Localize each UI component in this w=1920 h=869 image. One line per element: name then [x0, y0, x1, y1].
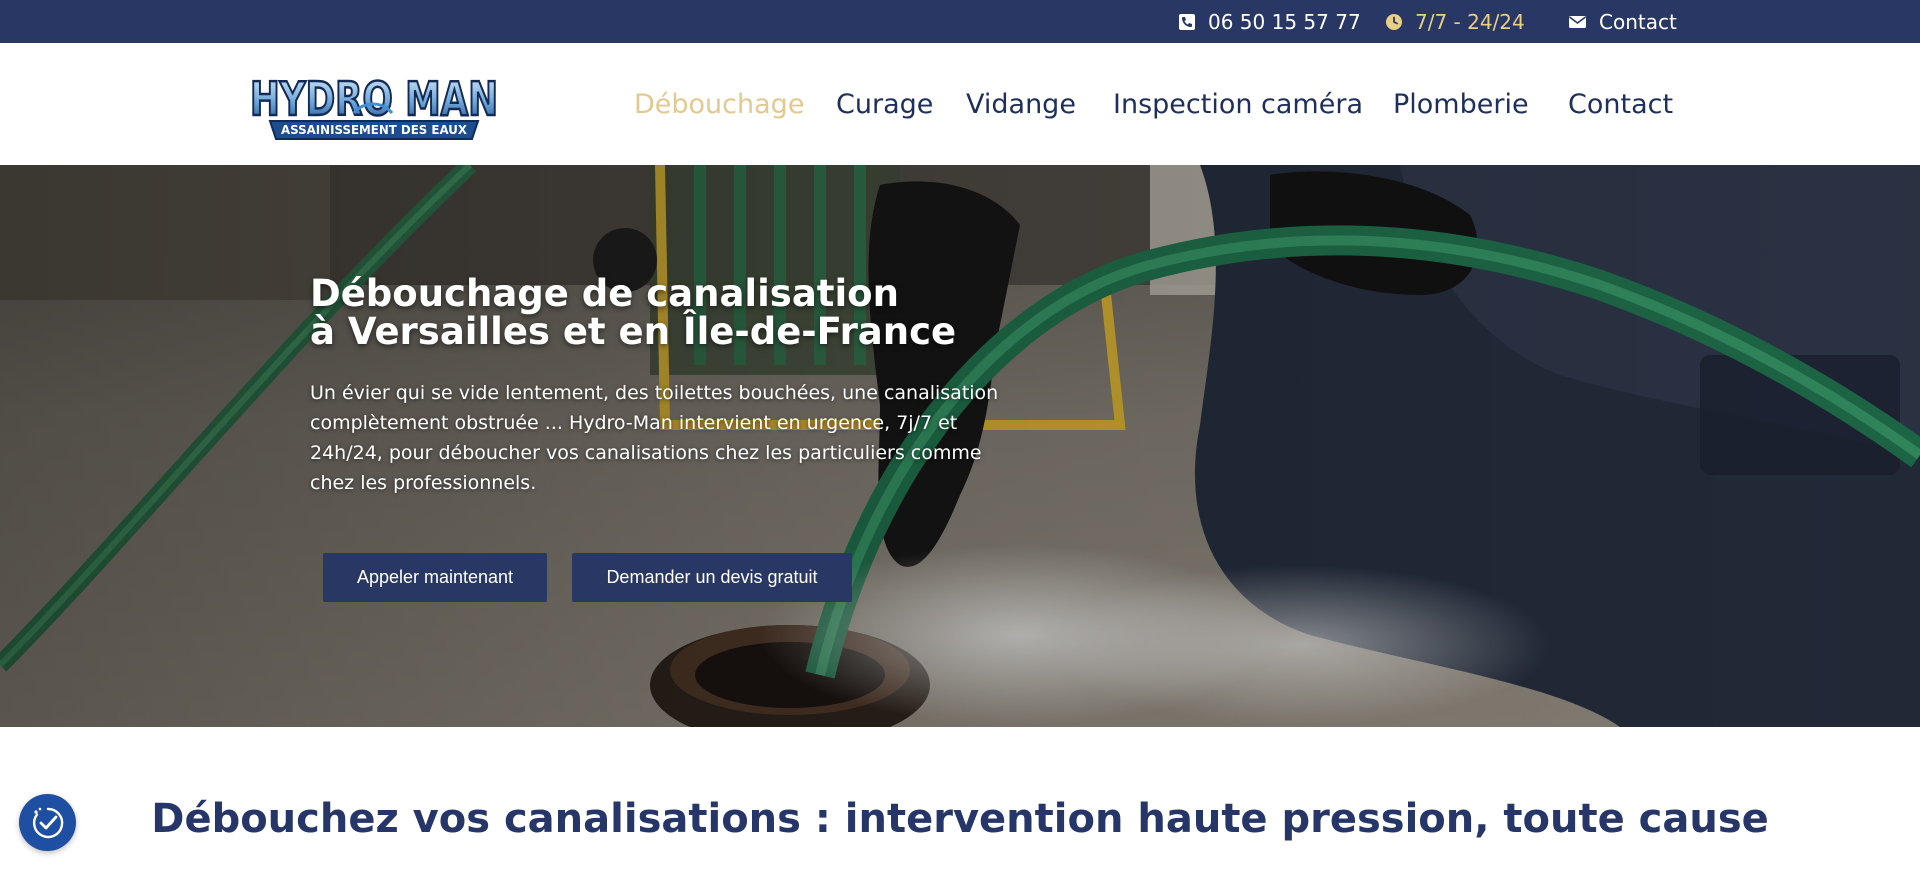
free-quote-button[interactable]: Demander un devis gratuit	[572, 553, 852, 602]
topbar-contact-text: Contact	[1599, 9, 1677, 34]
topbar-hours: 7/7 - 24/24	[1386, 0, 1525, 43]
nav-link-vidange[interactable]: Vidange	[966, 89, 1076, 120]
nav-link-plomberie[interactable]: Plomberie	[1393, 89, 1529, 120]
section-title: Débouchez vos canalisations : interventi…	[151, 796, 1769, 842]
nav-link-curage[interactable]: Curage	[836, 89, 933, 120]
top-bar: 06 50 15 57 77 7/7 - 24/24 Contact	[0, 0, 1920, 43]
clock-icon	[1386, 13, 1402, 30]
topbar-hours-text: 7/7 - 24/24	[1415, 9, 1525, 34]
hero-title: Débouchage de canalisation à Versailles …	[310, 275, 1110, 351]
topbar-contact-link[interactable]: Contact	[1569, 0, 1677, 43]
svg-text:HYDRO MAN: HYDRO MAN	[250, 72, 498, 126]
hero-section: Débouchage de canalisation à Versailles …	[0, 165, 1920, 727]
call-now-button[interactable]: Appeler maintenant	[323, 553, 547, 602]
nav-item-plomberie[interactable]: Plomberie	[1393, 43, 1529, 165]
nav-item-debouchage[interactable]: Débouchage	[634, 43, 804, 165]
nav-item-curage[interactable]: Curage	[836, 43, 933, 165]
check-badge-icon	[32, 807, 63, 838]
nav-link-contact[interactable]: Contact	[1568, 89, 1673, 120]
logo[interactable]: HYDRO MAN ASSAINISSEMENT DES EAUX	[246, 67, 502, 145]
phone-icon	[1179, 13, 1195, 30]
hero-title-line2: à Versailles et en Île-de-France	[310, 310, 957, 353]
hero-title-line1: Débouchage de canalisation	[310, 272, 899, 315]
envelope-icon	[1569, 15, 1586, 28]
svg-text:ASSAINISSEMENT DES EAUX: ASSAINISSEMENT DES EAUX	[281, 123, 468, 137]
nav-link-inspection-camera[interactable]: Inspection caméra	[1113, 89, 1363, 120]
nav-item-inspection-camera[interactable]: Inspection caméra	[1113, 43, 1363, 165]
nav-item-contact[interactable]: Contact	[1568, 43, 1673, 165]
topbar-phone-link[interactable]: 06 50 15 57 77	[1179, 0, 1361, 43]
nav-item-vidange[interactable]: Vidange	[966, 43, 1076, 165]
topbar-phone-text: 06 50 15 57 77	[1208, 9, 1361, 34]
nav-link-debouchage[interactable]: Débouchage	[634, 89, 804, 120]
cookie-consent-button[interactable]	[19, 794, 76, 851]
hero-description: Un évier qui se vide lentement, des toil…	[310, 382, 999, 494]
